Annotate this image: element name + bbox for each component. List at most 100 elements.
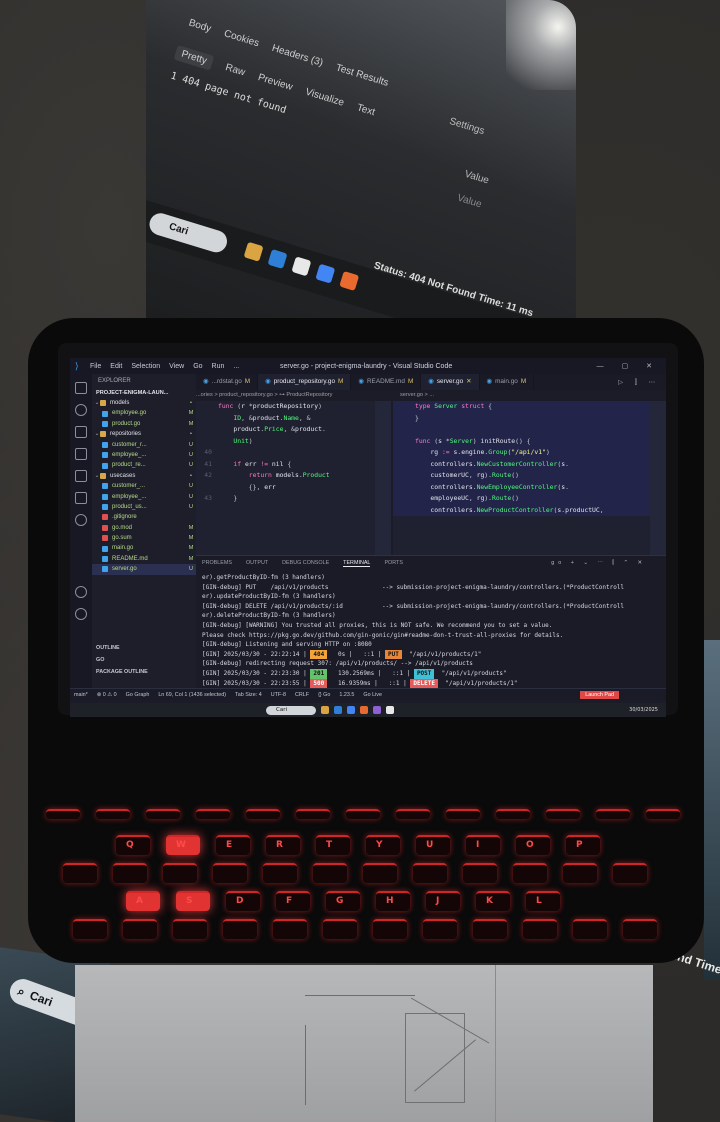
keyboard-key[interactable]: O — [516, 835, 550, 855]
keyboard-key[interactable] — [496, 809, 530, 819]
keyboard-key[interactable]: P — [566, 835, 600, 855]
panel-tab[interactable]: PROBLEMS — [202, 560, 232, 566]
keyboard-key[interactable] — [196, 809, 230, 819]
keyboard-key[interactable] — [46, 809, 80, 819]
keyboard-key[interactable] — [213, 863, 247, 883]
keyboard-key[interactable] — [363, 863, 397, 883]
tree-file[interactable]: product_re... U — [92, 460, 196, 470]
keyboard-key[interactable]: W — [166, 835, 200, 855]
keyboard-key[interactable] — [463, 863, 497, 883]
run-debug-icon[interactable] — [75, 448, 87, 460]
keyboard-key[interactable]: S — [176, 891, 210, 911]
keyboard-key[interactable] — [563, 863, 597, 883]
tree-file[interactable]: .gitignore — [92, 512, 196, 522]
launch-pad-button[interactable]: Launch Pad — [580, 690, 619, 699]
editor-tab[interactable]: ◉ ...rdstat.go M — [196, 374, 259, 390]
tab-status[interactable]: M — [338, 378, 343, 385]
keyboard-key[interactable] — [573, 919, 607, 939]
breadcrumb-right[interactable]: server.go > ... — [400, 390, 660, 401]
postman-app-icon[interactable] — [360, 706, 368, 714]
tree-file[interactable]: employee_... U — [92, 450, 196, 460]
format-button[interactable]: Visualize — [304, 87, 345, 109]
editor-actions[interactable]: ▷ ⫿ ⋯ — [618, 378, 660, 387]
minimap[interactable] — [650, 401, 666, 555]
taskbar-search[interactable]: Cari — [266, 705, 316, 715]
extensions-icon[interactable] — [75, 470, 87, 482]
search-icon[interactable] — [75, 404, 87, 416]
status-item[interactable]: Go Live — [363, 692, 382, 698]
keyboard-key[interactable] — [113, 863, 147, 883]
source-control-icon[interactable] — [75, 426, 87, 438]
tree-file[interactable]: customer_... U — [92, 481, 196, 491]
status-item[interactable]: {} Go — [318, 692, 330, 698]
keyboard-key[interactable] — [273, 919, 307, 939]
panel-tab[interactable]: OUTPUT — [246, 560, 268, 566]
tree-file[interactable]: README.md M — [92, 554, 196, 564]
editor-tab[interactable]: ◉ product_repository.go M — [258, 374, 352, 390]
keyboard-key[interactable]: T — [316, 835, 350, 855]
keyboard-key[interactable] — [313, 863, 347, 883]
account-icon[interactable] — [75, 586, 87, 598]
vscode-icon[interactable] — [267, 249, 288, 270]
status-item[interactable]: main* — [74, 692, 88, 698]
status-item[interactable]: Go Graph — [126, 692, 150, 698]
keyboard-key[interactable]: Y — [366, 835, 400, 855]
keyboard-key[interactable] — [323, 919, 357, 939]
keyboard-key[interactable]: L — [526, 891, 560, 911]
format-button[interactable]: Pretty — [173, 44, 215, 71]
keyboard-key[interactable] — [546, 809, 580, 819]
keyboard-key[interactable]: F — [276, 891, 310, 911]
tree-file[interactable]: employee.go M — [92, 408, 196, 418]
app-icon[interactable] — [386, 706, 394, 714]
keyboard-key[interactable] — [596, 809, 630, 819]
status-item[interactable]: Ln 69, Col 1 (1436 selected) — [158, 692, 226, 698]
project-name[interactable]: PROJECT-ENIGMA-LAUN... — [92, 388, 196, 398]
keyboard-key[interactable] — [373, 919, 407, 939]
keyboard-key[interactable]: H — [376, 891, 410, 911]
keyboard-key[interactable] — [173, 919, 207, 939]
keyboard-key[interactable] — [73, 919, 107, 939]
editor-tab[interactable]: ◉ server.go ✕ — [421, 374, 480, 390]
vscode-app-icon[interactable] — [334, 706, 342, 714]
keyboard-key[interactable] — [646, 809, 680, 819]
menu-item[interactable]: ... — [233, 363, 239, 370]
keyboard-key[interactable]: U — [416, 835, 450, 855]
tree-file[interactable]: server.go U — [92, 564, 196, 575]
keyboard-key[interactable] — [446, 809, 480, 819]
menu-item[interactable]: File — [90, 363, 101, 370]
keyboard-key[interactable] — [296, 809, 330, 819]
minimap[interactable] — [375, 401, 391, 555]
window-controls[interactable]: — ▢ ✕ — [597, 362, 660, 370]
status-item[interactable]: 1.23.5 — [339, 692, 354, 698]
panel-tab[interactable]: PORTS — [384, 560, 402, 566]
format-button[interactable]: Raw — [224, 62, 246, 78]
tree-file[interactable]: go.sum M — [92, 533, 196, 543]
keyboard-key[interactable] — [246, 809, 280, 819]
tab-status[interactable]: M — [521, 378, 526, 385]
keyboard-key[interactable] — [123, 919, 157, 939]
keyboard-key[interactable] — [163, 863, 197, 883]
editor-left[interactable]: func (r *productRepository) ID, &product… — [196, 401, 391, 555]
keyboard-key[interactable]: G — [326, 891, 360, 911]
terminal-output[interactable]: er).getProductByID-fm (3 handlers) [GIN-d… — [196, 570, 666, 698]
keyboard-key[interactable] — [396, 809, 430, 819]
outline-section[interactable]: OUTLINE — [96, 645, 120, 651]
tree-folder[interactable]: ⌄ usecases • — [92, 471, 196, 481]
chrome-app-icon[interactable] — [347, 706, 355, 714]
editor-right[interactable]: type Server struct {} func (s *Server) in… — [393, 401, 666, 555]
keyboard-key[interactable] — [63, 863, 97, 883]
editor-tab[interactable]: ◉ main.go M — [480, 374, 535, 390]
editor-tab[interactable]: ◉ README.md M — [351, 374, 422, 390]
explorer-app-icon[interactable] — [321, 706, 329, 714]
package-outline-section[interactable]: PACKAGE OUTLINE — [96, 669, 148, 675]
status-item[interactable]: Tab Size: 4 — [235, 692, 262, 698]
tab-status[interactable]: ✕ — [466, 378, 471, 385]
menu-item[interactable]: Run — [212, 363, 225, 370]
explorer-icon[interactable] — [75, 382, 87, 394]
go-section[interactable]: GO — [96, 657, 104, 663]
panel-tab[interactable]: TERMINAL — [343, 560, 371, 567]
breadcrumb-left[interactable]: ...ories > product_repository.go > ⊶ Pro… — [196, 390, 386, 401]
keyboard-key[interactable]: E — [216, 835, 250, 855]
menu-item[interactable]: Go — [193, 363, 202, 370]
tree-file[interactable]: customer_r... U — [92, 440, 196, 450]
